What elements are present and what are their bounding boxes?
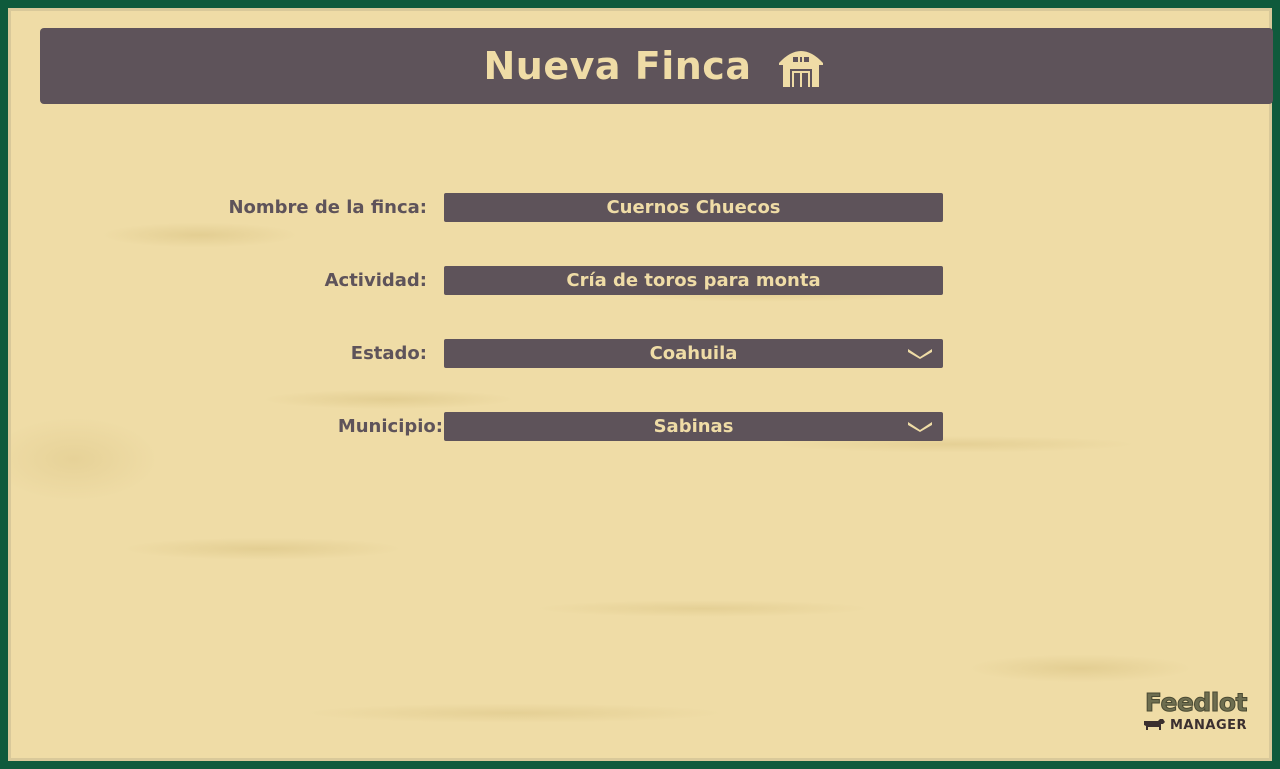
page-header: Nueva Finca	[40, 28, 1273, 104]
municipio-label: Municipio:	[337, 416, 443, 437]
form-row-nombre: Nombre de la finca: Cuernos Chuecos	[0, 193, 1280, 222]
finca-name-label: Nombre de la finca:	[228, 197, 427, 218]
logo-feedlot-text: Feedlot	[1144, 688, 1248, 717]
form-row-actividad: Actividad: Cría de toros para monta	[0, 266, 1280, 295]
form-row-estado: Estado: Coahuila	[0, 339, 1280, 368]
form-row-municipio: Municipio: Sabinas	[0, 412, 1280, 441]
estado-label: Estado:	[350, 343, 427, 364]
estado-selected-value: Coahuila	[649, 343, 738, 364]
chevron-down-icon[interactable]	[907, 419, 933, 433]
municipio-select[interactable]: Sabinas	[444, 412, 943, 441]
actividad-label: Actividad:	[324, 270, 427, 291]
cow-icon	[1144, 719, 1165, 730]
finca-name-input[interactable]: Cuernos Chuecos	[444, 193, 943, 222]
app-frame: Nueva Finca Nombre de la finca: Cuernos …	[8, 8, 1273, 761]
feedlot-manager-logo: Feedlot MANAGER	[1137, 688, 1248, 736]
logo-manager-text: MANAGER	[1170, 717, 1247, 733]
chevron-down-icon[interactable]	[907, 346, 933, 360]
barn-icon	[779, 51, 824, 87]
page-title: Nueva Finca	[483, 44, 752, 88]
actividad-input[interactable]: Cría de toros para monta	[444, 266, 943, 295]
logo-manager-row: MANAGER	[1137, 716, 1247, 734]
estado-select[interactable]: Coahuila	[444, 339, 943, 368]
municipio-selected-value: Sabinas	[653, 416, 734, 437]
